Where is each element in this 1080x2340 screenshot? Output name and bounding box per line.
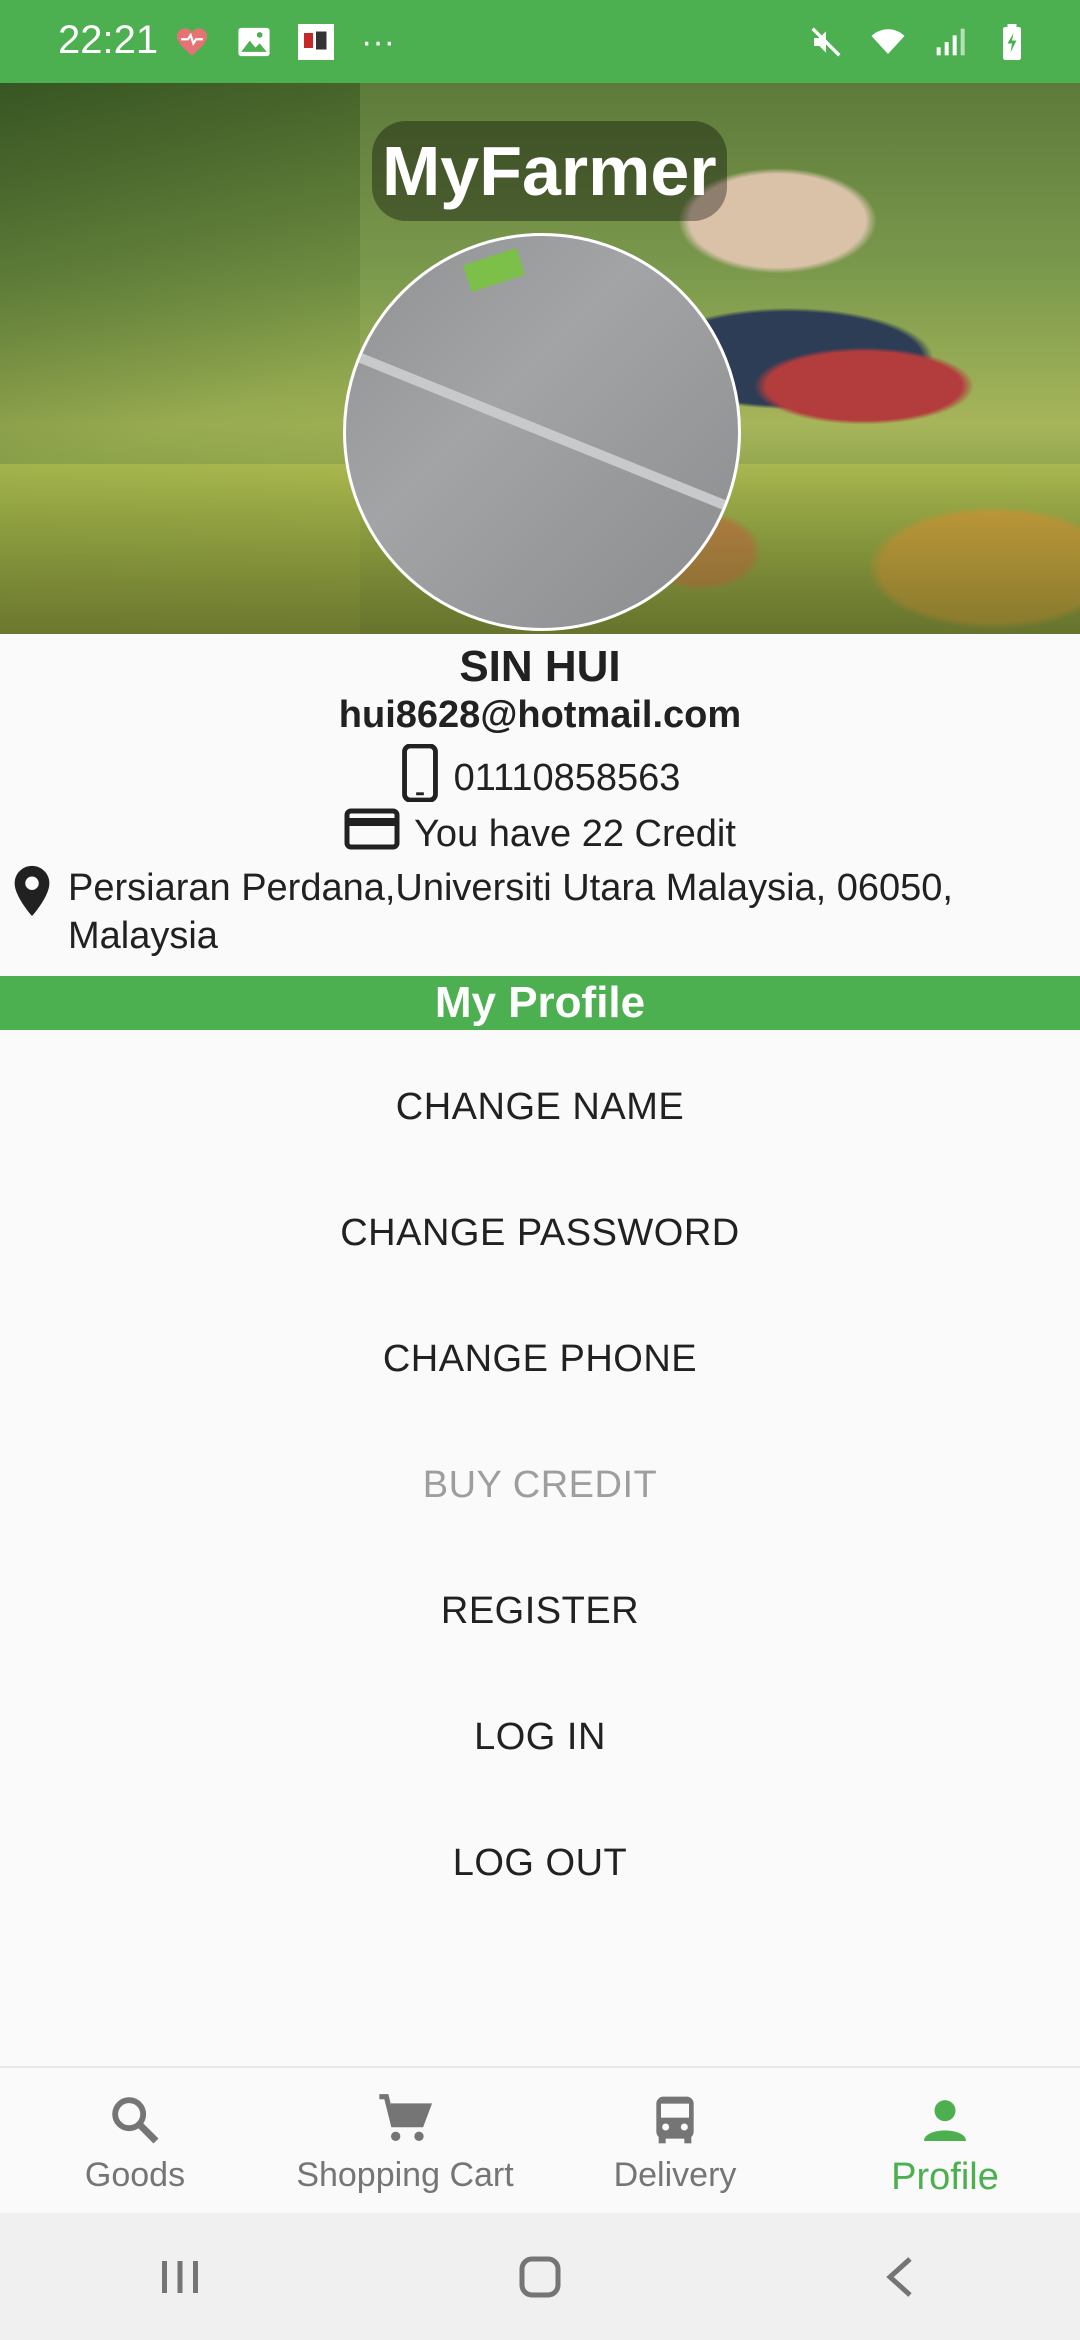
home-button[interactable] bbox=[490, 2237, 590, 2317]
back-button[interactable] bbox=[850, 2237, 950, 2317]
avatar[interactable] bbox=[343, 233, 741, 631]
heart-icon bbox=[172, 22, 212, 62]
nav-profile[interactable]: Profile bbox=[810, 2068, 1080, 2215]
nav-goods-label: Goods bbox=[84, 2156, 186, 2194]
bus-icon bbox=[656, 2096, 694, 2144]
nav-profile-label: Profile bbox=[891, 2156, 999, 2198]
register-button[interactable]: REGISTER bbox=[0, 1551, 1080, 1671]
recent-apps-icon bbox=[162, 2260, 198, 2293]
avatar-photo-detail bbox=[463, 248, 525, 292]
section-title-my-profile: My Profile bbox=[0, 976, 1080, 1030]
address-row: Persiaran Perdana,Universiti Utara Malay… bbox=[12, 864, 1062, 960]
log-out-button[interactable]: LOG OUT bbox=[0, 1803, 1080, 1923]
status-bar: 22:21 ··· bbox=[0, 0, 1080, 83]
credit-card-icon bbox=[344, 808, 400, 860]
profile-name: SIN HUI bbox=[459, 642, 621, 691]
nav-delivery-label: Delivery bbox=[613, 2156, 737, 2194]
battery-icon bbox=[992, 22, 1032, 62]
change-password-button[interactable]: CHANGE PASSWORD bbox=[0, 1173, 1080, 1293]
nav-goods[interactable]: Goods bbox=[0, 2068, 270, 2215]
avatar-photo-edge bbox=[346, 338, 738, 544]
cart-icon bbox=[379, 2094, 433, 2141]
bottom-navigation: Goods Shopping Cart Delivery Profile bbox=[0, 2066, 1080, 2215]
buy-credit-button[interactable]: BUY CREDIT bbox=[0, 1425, 1080, 1545]
location-pin-icon bbox=[12, 864, 52, 960]
image-icon bbox=[234, 22, 274, 62]
header-banner-image: MyFarmer bbox=[0, 83, 1080, 634]
person-icon bbox=[924, 2100, 966, 2141]
change-name-button[interactable]: CHANGE NAME bbox=[0, 1047, 1080, 1167]
status-left-icons: ··· bbox=[172, 22, 398, 62]
search-icon bbox=[112, 2097, 159, 2144]
back-icon bbox=[886, 2256, 912, 2297]
credit-row: You have 22 Credit bbox=[0, 808, 1080, 860]
status-right-icons bbox=[806, 22, 1032, 62]
credit-text: You have 22 Credit bbox=[414, 812, 736, 855]
status-time: 22:21 bbox=[58, 18, 159, 62]
app-notification-icon bbox=[296, 22, 336, 62]
nav-delivery[interactable]: Delivery bbox=[540, 2068, 810, 2215]
nav-shopping-cart-label: Shopping Cart bbox=[296, 2156, 514, 2194]
more-dots-icon: ··· bbox=[361, 22, 395, 61]
phone-icon bbox=[400, 743, 440, 812]
phone-row: 01110858563 bbox=[0, 743, 1080, 812]
mute-icon bbox=[806, 22, 846, 62]
profile-email: hui8628@hotmail.com bbox=[338, 694, 742, 736]
change-phone-button[interactable]: CHANGE PHONE bbox=[0, 1299, 1080, 1419]
profile-address: Persiaran Perdana,Universiti Utara Malay… bbox=[68, 867, 953, 957]
nav-shopping-cart[interactable]: Shopping Cart bbox=[270, 2068, 540, 2215]
profile-phone: 01110858563 bbox=[453, 756, 681, 799]
signal-icon bbox=[930, 22, 970, 62]
home-icon bbox=[519, 2256, 561, 2297]
wifi-icon bbox=[868, 22, 908, 62]
app-title: MyFarmer bbox=[372, 121, 727, 221]
system-navigation-bar bbox=[0, 2213, 1080, 2340]
recent-apps-button[interactable] bbox=[130, 2237, 230, 2317]
log-in-button[interactable]: LOG IN bbox=[0, 1677, 1080, 1797]
